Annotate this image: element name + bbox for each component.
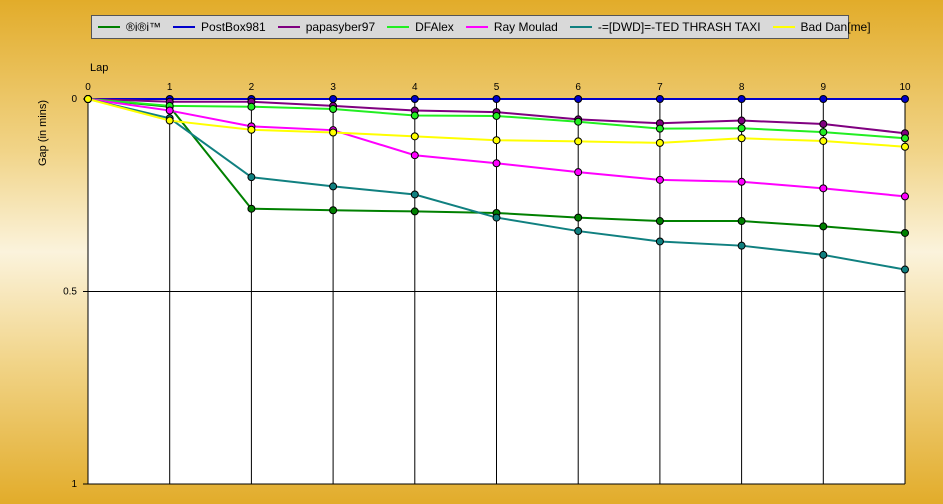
data-point	[901, 95, 909, 103]
data-point	[737, 177, 746, 186]
x-tick-label: 4	[412, 82, 418, 93]
data-point	[655, 237, 664, 246]
chart-area: 0 1 2 3 4 5 6 7 8 9 10 0 0.5 1 Lap Gap (in mins)	[37, 62, 911, 490]
data-point	[819, 128, 828, 137]
data-point	[819, 222, 828, 231]
x-tick-label: 3	[330, 82, 336, 93]
x-tick-label: 2	[249, 82, 255, 93]
data-point	[574, 168, 583, 177]
data-point	[329, 105, 338, 114]
x-tick-label: 9	[821, 82, 827, 93]
x-tick-label: 0	[85, 82, 91, 93]
y-tick-label: 0.5	[63, 287, 77, 298]
data-point	[737, 124, 746, 133]
data-point	[574, 95, 583, 103]
data-point	[329, 206, 338, 215]
data-point	[410, 207, 419, 216]
data-point	[247, 125, 256, 134]
data-point	[737, 95, 746, 103]
data-point	[819, 136, 828, 145]
data-point	[655, 124, 664, 133]
data-point	[410, 151, 419, 160]
data-point	[329, 95, 338, 103]
data-point	[410, 95, 419, 103]
data-point	[574, 137, 583, 146]
data-point	[655, 138, 664, 147]
x-tick-label: 7	[657, 82, 663, 93]
data-point	[247, 173, 256, 182]
data-point	[819, 95, 828, 103]
data-point	[901, 228, 909, 237]
data-point	[410, 132, 419, 141]
y-axis-title: Gap (in mins)	[37, 100, 49, 166]
data-point	[84, 95, 92, 103]
data-point	[655, 175, 664, 184]
data-point	[819, 250, 828, 259]
data-point	[492, 213, 501, 222]
y-tick-label: 0	[71, 94, 77, 105]
data-point	[819, 120, 828, 129]
data-point	[329, 182, 338, 191]
data-point	[737, 134, 746, 143]
data-point	[901, 192, 909, 201]
data-point	[492, 95, 501, 103]
x-tick-label: 10	[899, 82, 911, 93]
x-tick-label: 6	[575, 82, 581, 93]
data-point	[247, 102, 256, 111]
data-point	[655, 217, 664, 226]
data-point	[901, 265, 909, 274]
data-point	[737, 116, 746, 125]
data-point	[819, 184, 828, 193]
data-point	[492, 136, 501, 145]
data-point	[329, 128, 338, 137]
data-point	[901, 134, 909, 143]
data-point	[737, 217, 746, 226]
y-tick-label: 1	[71, 479, 77, 490]
data-point	[247, 204, 256, 213]
data-point	[574, 117, 583, 126]
data-point	[165, 106, 174, 115]
data-point	[737, 241, 746, 250]
x-tick-label: 5	[494, 82, 500, 93]
data-point	[410, 190, 419, 199]
x-tick-label: 8	[739, 82, 745, 93]
data-point	[901, 142, 909, 151]
x-axis-title: Lap	[90, 62, 108, 74]
data-point	[410, 111, 419, 120]
data-point	[492, 159, 501, 168]
data-point	[574, 213, 583, 222]
data-point	[492, 111, 501, 120]
x-tick-label: 1	[167, 82, 173, 93]
data-point	[165, 116, 174, 125]
data-point	[574, 227, 583, 236]
data-point	[655, 95, 664, 103]
